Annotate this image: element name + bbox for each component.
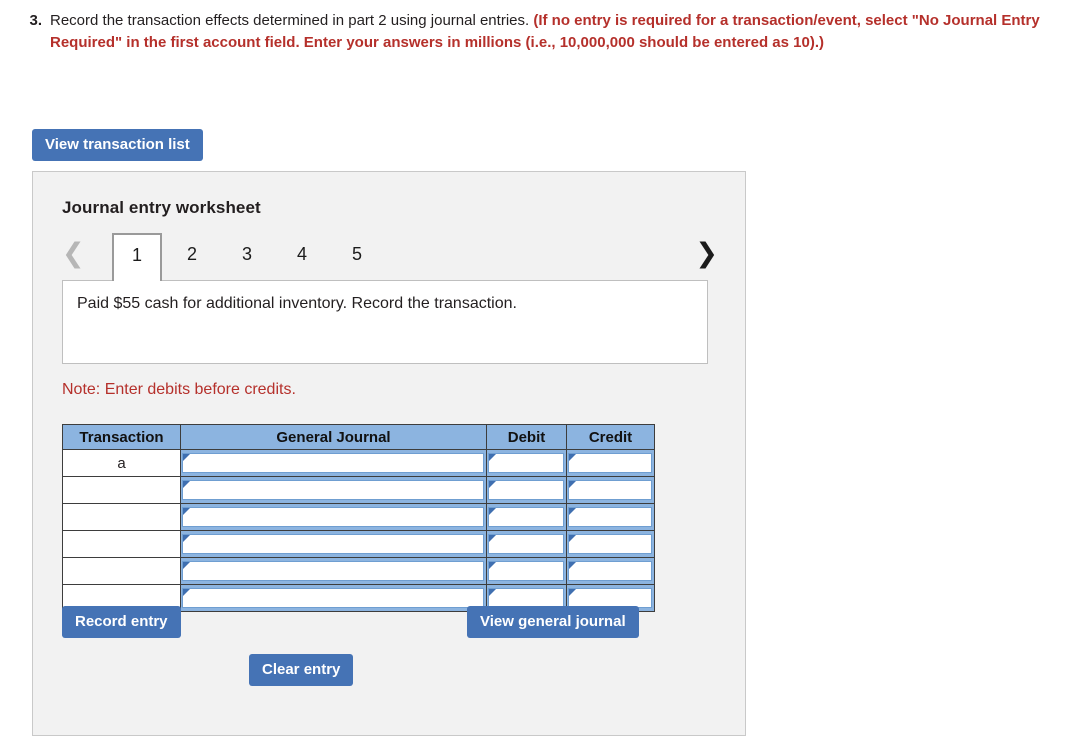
credit-input[interactable]	[568, 453, 652, 473]
credit-input[interactable]	[568, 561, 652, 581]
journal-entry-worksheet-panel: Journal entry worksheet ❮ 1 2 3 4 5 ❯ Pa…	[32, 171, 746, 736]
credit-cell[interactable]	[566, 503, 655, 531]
debit-input[interactable]	[488, 534, 564, 554]
journal-entry-table: Transaction General Journal Debit Credit…	[62, 424, 655, 612]
general-journal-input[interactable]	[182, 588, 484, 608]
transaction-label-cell	[62, 503, 181, 531]
general-journal-cell[interactable]	[180, 449, 487, 477]
tab-1[interactable]: 1	[112, 233, 162, 281]
table-row	[62, 530, 655, 558]
chevron-right-icon[interactable]: ❯	[695, 237, 718, 271]
credit-cell[interactable]	[566, 476, 655, 504]
table-row: a	[62, 449, 655, 477]
table-header-row: Transaction General Journal Debit Credit	[62, 424, 655, 450]
tab-5-label: 5	[351, 244, 362, 264]
general-journal-input[interactable]	[182, 507, 484, 527]
credit-input[interactable]	[568, 588, 652, 608]
transaction-label-cell	[62, 530, 181, 558]
general-journal-cell[interactable]	[180, 503, 487, 531]
debit-cell[interactable]	[486, 530, 567, 558]
general-journal-cell[interactable]	[180, 476, 487, 504]
tab-5[interactable]: 5	[332, 233, 382, 280]
tab-2[interactable]: 2	[167, 233, 217, 280]
general-journal-cell[interactable]	[180, 530, 487, 558]
record-entry-button[interactable]: Record entry	[62, 606, 181, 638]
debit-cell[interactable]	[486, 476, 567, 504]
credit-cell[interactable]	[566, 557, 655, 585]
debits-before-credits-note: Note: Enter debits before credits.	[62, 381, 296, 398]
column-header-credit: Credit	[566, 424, 655, 450]
table-row	[62, 476, 655, 504]
general-journal-input[interactable]	[182, 480, 484, 500]
view-transaction-list-button[interactable]: View transaction list	[32, 129, 203, 161]
debit-input[interactable]	[488, 588, 564, 608]
column-header-debit: Debit	[486, 424, 567, 450]
worksheet-tabstrip: ❮ 1 2 3 4 5 ❯	[62, 233, 718, 281]
tab-2-label: 2	[186, 244, 197, 264]
question-block: 3. Record the transaction effects determ…	[20, 10, 1060, 54]
tab-4[interactable]: 4	[277, 233, 327, 280]
debit-cell[interactable]	[486, 557, 567, 585]
worksheet-title: Journal entry worksheet	[62, 198, 261, 217]
transaction-label-cell	[62, 557, 181, 585]
question-number: 3.	[29, 12, 42, 29]
debit-cell[interactable]	[486, 503, 567, 531]
credit-input[interactable]	[568, 507, 652, 527]
debit-input[interactable]	[488, 561, 564, 581]
debit-input[interactable]	[488, 507, 564, 527]
credit-cell[interactable]	[566, 530, 655, 558]
transaction-description-text: Paid $55 cash for additional inventory. …	[77, 295, 517, 312]
general-journal-cell[interactable]	[180, 557, 487, 585]
view-general-journal-button[interactable]: View general journal	[467, 606, 639, 638]
table-row	[62, 503, 655, 531]
column-header-general-journal: General Journal	[180, 424, 487, 450]
transaction-description-box: Paid $55 cash for additional inventory. …	[62, 280, 708, 364]
transaction-label-cell	[62, 476, 181, 504]
debit-input[interactable]	[488, 480, 564, 500]
credit-cell[interactable]	[566, 449, 655, 477]
general-journal-input[interactable]	[182, 561, 484, 581]
debit-cell[interactable]	[486, 449, 567, 477]
table-row	[62, 557, 655, 585]
tab-1-label: 1	[131, 245, 142, 265]
tab-3[interactable]: 3	[222, 233, 272, 280]
transaction-label-cell: a	[62, 449, 181, 477]
general-journal-cell[interactable]	[180, 584, 487, 612]
debit-input[interactable]	[488, 453, 564, 473]
tab-3-label: 3	[241, 244, 252, 264]
question-text-plain: Record the transaction effects determine…	[50, 12, 534, 29]
tab-4-label: 4	[296, 244, 307, 264]
general-journal-input[interactable]	[182, 534, 484, 554]
column-header-transaction: Transaction	[62, 424, 181, 450]
question-text: Record the transaction effects determine…	[50, 10, 1050, 54]
clear-entry-button[interactable]: Clear entry	[249, 654, 354, 686]
general-journal-input[interactable]	[182, 453, 484, 473]
credit-input[interactable]	[568, 534, 652, 554]
credit-input[interactable]	[568, 480, 652, 500]
chevron-left-icon[interactable]: ❮	[62, 237, 85, 271]
